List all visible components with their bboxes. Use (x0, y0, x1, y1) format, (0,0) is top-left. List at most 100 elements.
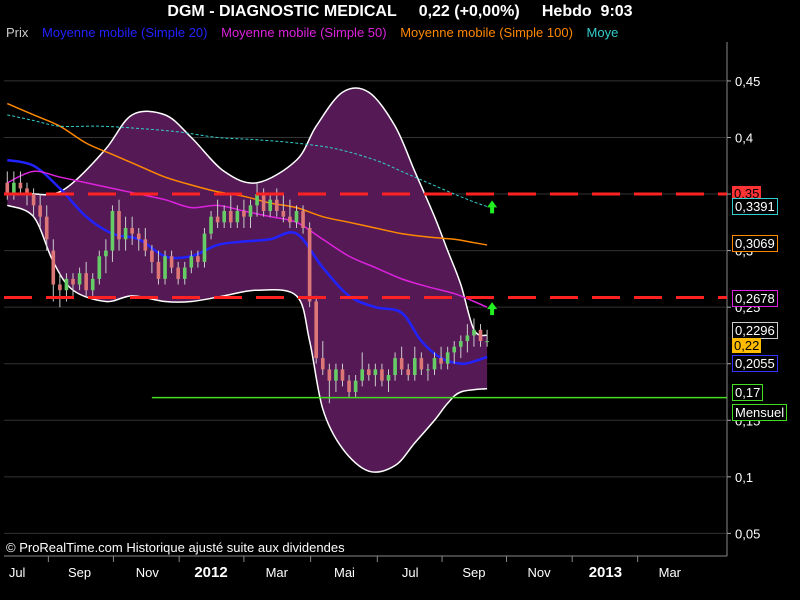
candle-body (5, 182, 10, 195)
copyright-notice: © ProRealTime.com Historique ajusté suit… (6, 540, 345, 555)
candle-body (235, 211, 240, 223)
candle-body (281, 211, 286, 217)
candle-body (163, 256, 167, 279)
candle-body (215, 216, 220, 223)
candle-body (156, 261, 161, 279)
candle-body (169, 256, 174, 268)
buy-signal-arrow-icon (487, 200, 498, 214)
candle-body (196, 256, 200, 262)
candle-body (202, 233, 207, 262)
candle-body (123, 227, 128, 240)
candle-body (228, 211, 233, 223)
candle-body (117, 211, 121, 240)
candle-body (64, 278, 69, 291)
y-tick-label: 0,4 (735, 130, 753, 145)
candle-body (77, 273, 82, 285)
x-tick-label: Jul (402, 565, 419, 580)
candle-body (104, 250, 108, 257)
candle-body (150, 250, 154, 262)
x-tick-label: 2013 (589, 564, 622, 581)
candle-body (314, 301, 319, 359)
candle-body (380, 369, 384, 381)
x-tick-label: 2012 (194, 564, 227, 581)
candle-body (393, 358, 397, 376)
candle-body (51, 250, 56, 285)
candle-body (373, 369, 378, 376)
x-tick-label: Nov (527, 565, 551, 580)
candle-body (445, 352, 450, 364)
y-tick-label: 0,45 (735, 74, 760, 89)
candle-body (412, 358, 417, 376)
x-tick-label: Mar (266, 565, 289, 580)
price-tag: 0,17 (732, 383, 764, 401)
candle-body (334, 369, 338, 381)
candle-body (130, 227, 134, 234)
candle-body (465, 335, 470, 342)
candle-body (189, 256, 194, 268)
candle-body (18, 182, 23, 189)
candle-body (97, 256, 102, 279)
candle-body (406, 369, 411, 376)
candle-body (222, 211, 226, 223)
price-tag: 0,3069 (732, 234, 778, 252)
candle-body (347, 380, 351, 392)
candle-body (90, 278, 95, 291)
candle-body (478, 329, 483, 342)
candle-body (255, 194, 259, 206)
candle-body (136, 233, 141, 240)
candle-body (485, 341, 489, 343)
candle-body (110, 211, 115, 251)
candle-body (307, 227, 312, 302)
candle-body (31, 194, 36, 206)
chart-window: DGM - DIAGNOSTIC MEDICAL 0,22 (+0,00%) H… (0, 0, 800, 600)
candle-body (327, 369, 332, 381)
price-tag: 0,2055 (732, 354, 778, 372)
price-tag: 0,3391 (732, 198, 778, 216)
candle-body (38, 205, 42, 217)
x-tick-label: Jul (9, 565, 26, 580)
candle-body (143, 239, 148, 251)
price-tag: 0,2296 (732, 322, 778, 340)
candle-body (353, 380, 358, 392)
candle-body (439, 358, 443, 364)
y-tick-label: 0,1 (735, 470, 753, 485)
price-tag: Mensuel (732, 404, 788, 422)
x-tick-label: Mai (334, 565, 355, 580)
candle-body (288, 216, 292, 223)
price-chart[interactable]: 0,450,40,350,30,250,20,150,10,05JulSepNo… (0, 0, 800, 600)
candle-body (274, 199, 279, 212)
candle-body (44, 216, 49, 240)
candle-body (432, 358, 437, 370)
candle-body (242, 211, 246, 217)
candle-body (294, 211, 299, 223)
price-tag: 0,22 (732, 338, 762, 354)
x-tick-label: Mar (659, 565, 682, 580)
candle-body (452, 346, 457, 353)
candle-body (301, 211, 305, 228)
candle-body (458, 341, 463, 347)
candle-body (268, 199, 273, 212)
candle-body (12, 182, 16, 195)
candle-body (58, 284, 62, 291)
candle-body (386, 375, 391, 381)
candle-body (426, 369, 430, 371)
candle-body (84, 273, 88, 291)
candle-body (472, 329, 476, 336)
candle-body (399, 358, 404, 370)
candle-body (366, 369, 371, 376)
candle-body (248, 205, 253, 217)
price-tag: 0,2678 (732, 289, 778, 307)
buy-signal-arrow-icon (487, 302, 498, 316)
candle-body (176, 267, 180, 279)
candle-body (419, 358, 424, 370)
candle-body (340, 369, 345, 381)
x-tick-label: Nov (136, 565, 160, 580)
x-tick-label: Sep (68, 565, 91, 580)
y-tick-label: 0,05 (735, 526, 760, 541)
x-tick-label: Sep (462, 565, 485, 580)
candle-body (360, 369, 365, 381)
candle-body (182, 267, 187, 279)
candle-body (209, 216, 213, 234)
candle-body (320, 358, 325, 370)
candle-body (71, 278, 75, 285)
